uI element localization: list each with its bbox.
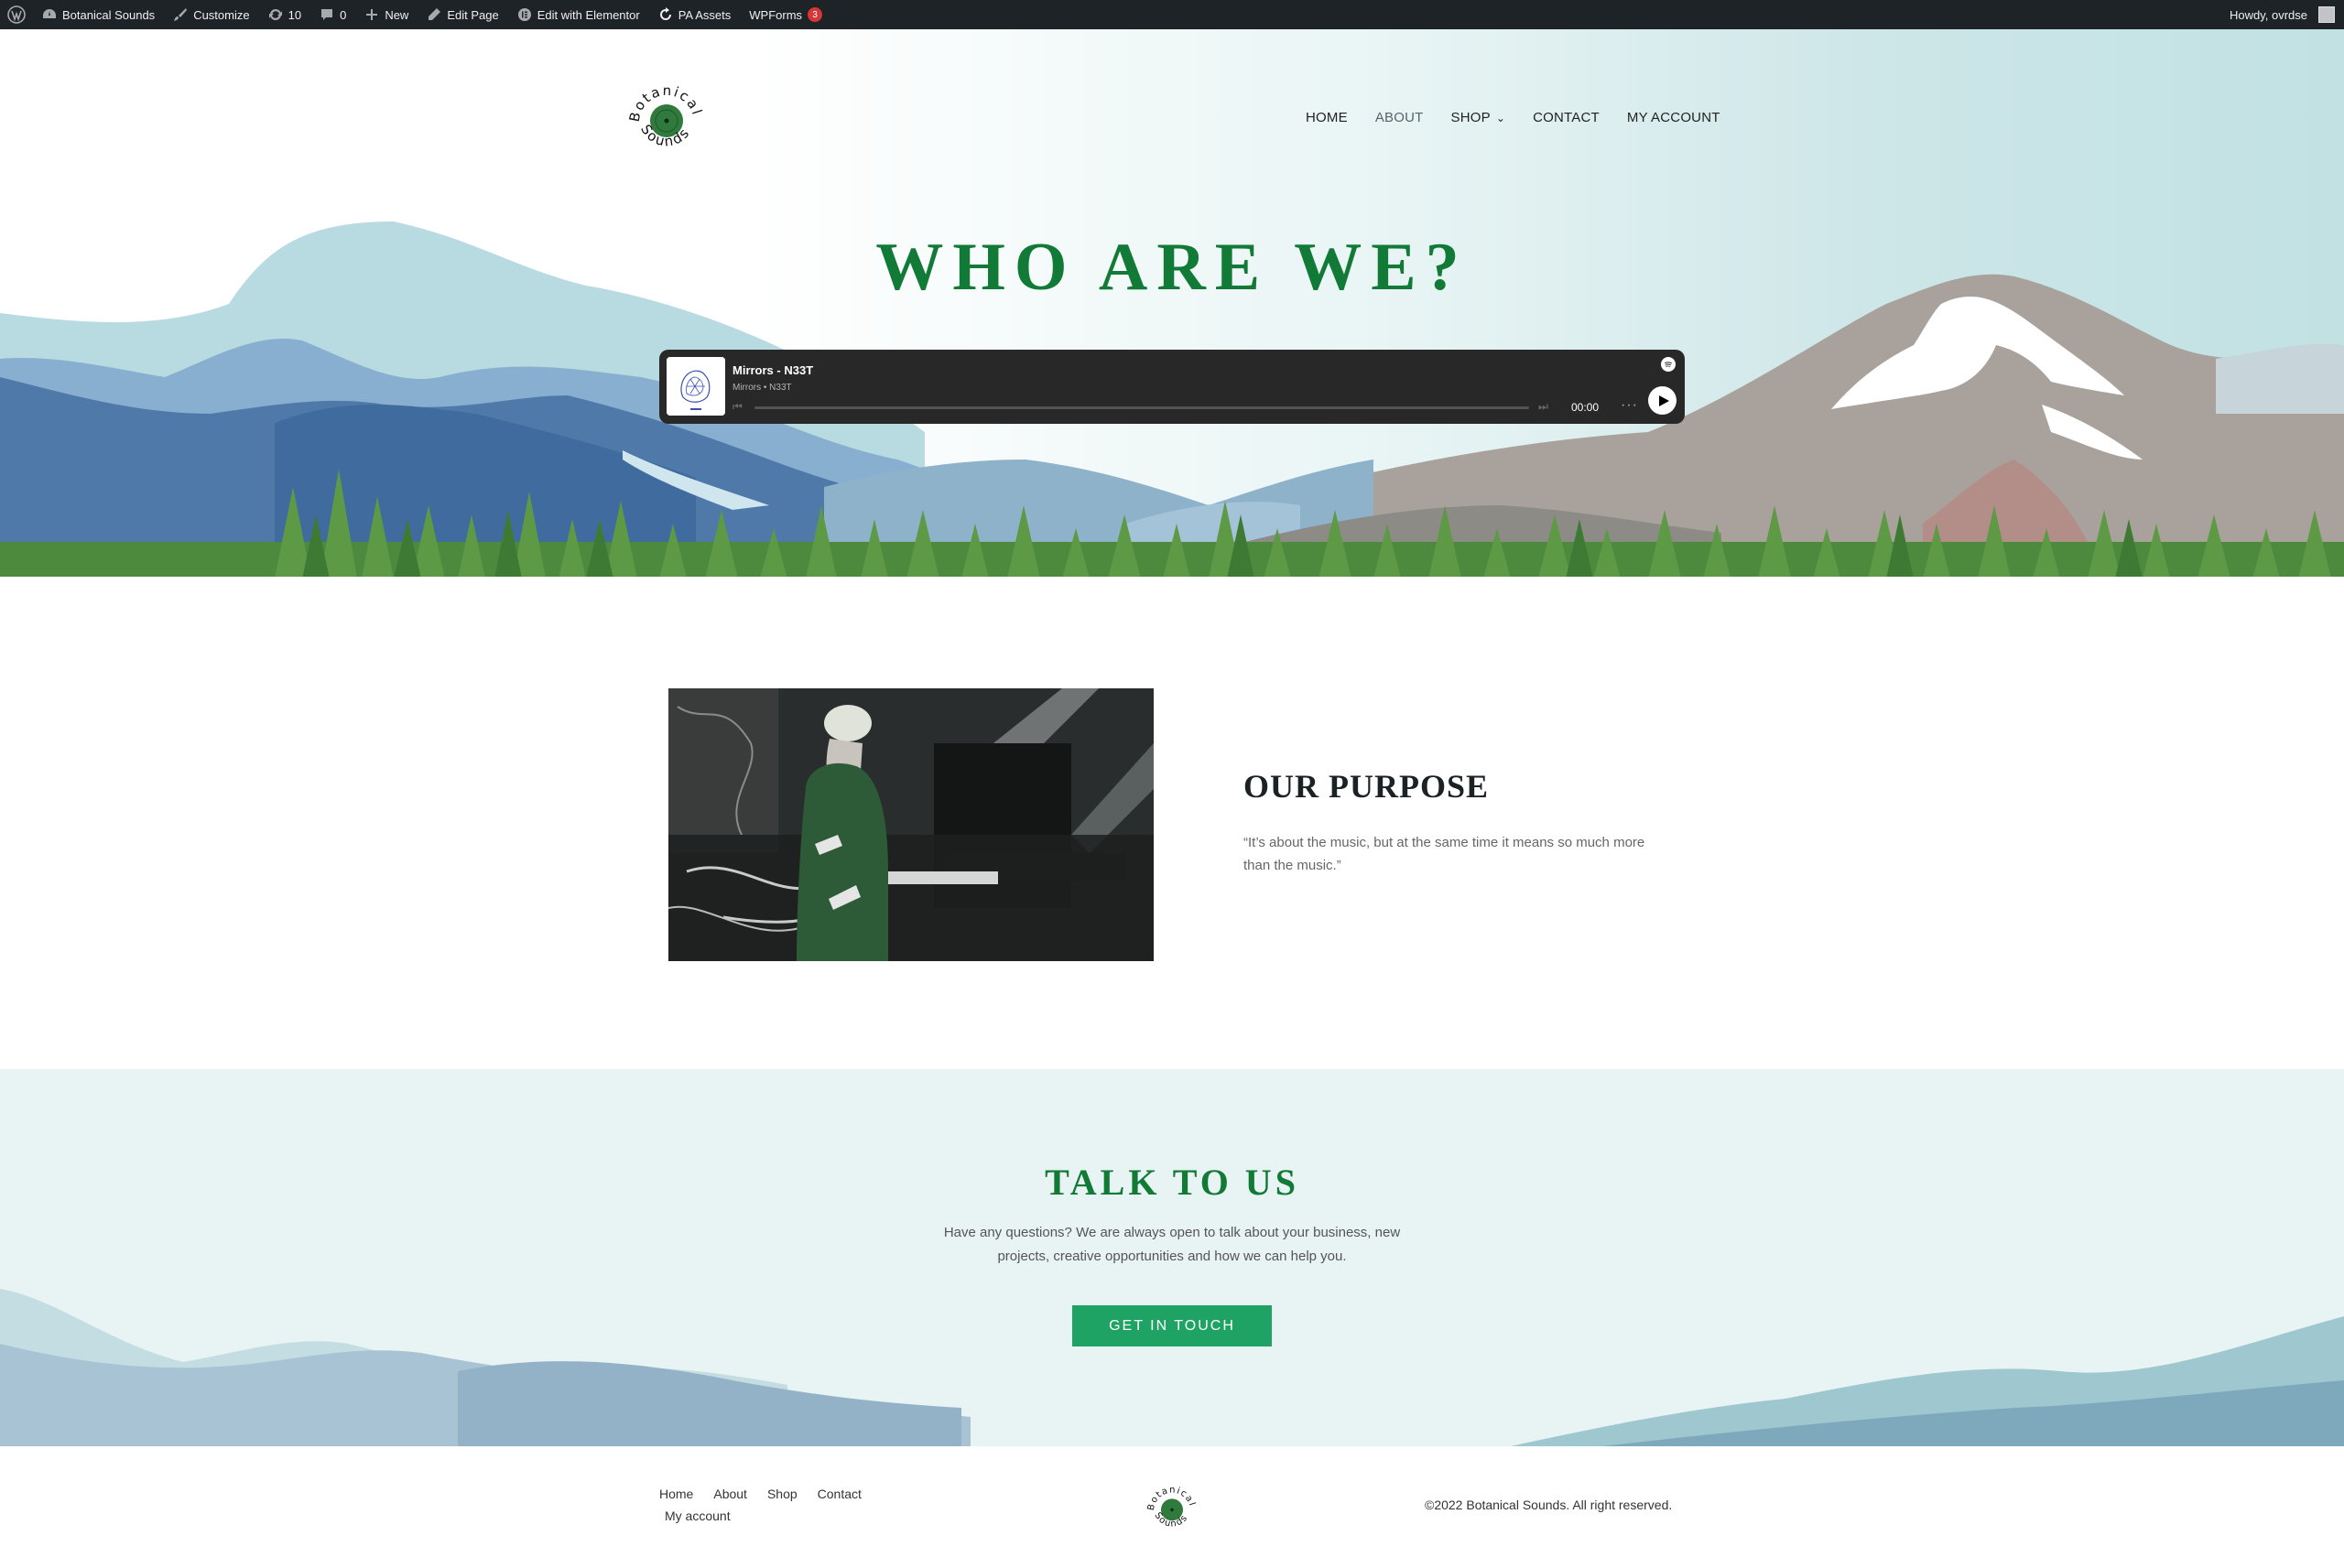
edit-elementor-label: Edit with Elementor [537,7,640,22]
main-navigation: HOME ABOUT SHOP ⌄ CONTACT MY ACCOUNT [1306,110,1720,125]
dashboard-icon [43,9,56,18]
pa-assets-link[interactable]: PA Assets [649,0,741,29]
footer-logo[interactable]: Botanical Sounds [1143,1479,1201,1538]
talk-description: Have any questions? We are always open t… [943,1225,1401,1264]
musician-photo [668,688,1154,961]
botanical-sounds-logo[interactable]: Botanical Sounds [623,75,711,163]
wpforms-badge: 3 [808,7,823,22]
edit-page-link[interactable]: Edit Page [418,0,507,29]
customize-link[interactable]: Customize [164,0,258,29]
nav-home-label: HOME [1306,110,1348,125]
updates-count: 10 [288,7,302,22]
wpforms-link[interactable]: WPForms 3 [740,0,831,29]
comments-count: 0 [340,7,347,22]
nav-about-label: ABOUT [1374,110,1424,125]
footer-link-contact[interactable]: Contact [818,1487,862,1501]
copyright-text: ©2022 Botanical Sounds. All right reserv… [1425,1498,1673,1512]
nav-contact-label: CONTACT [1533,110,1600,125]
play-button[interactable] [1648,386,1677,415]
edit-elementor-link[interactable]: Edit with Elementor [508,0,649,29]
pianist-performance-image [668,688,1154,961]
customize-label: Customize [193,7,250,22]
footer-navigation: Home About Shop Contact My account [659,1487,897,1523]
talk-to-us-section: TALK TO US Have any questions? We are al… [0,1069,2344,1446]
get-in-touch-button[interactable]: GET IN TOUCH [1072,1305,1272,1346]
spotify-glyph [1665,362,1672,368]
track-subtitle[interactable]: Mirrors • N33T [732,383,792,393]
hero-title: WHO ARE WE? [875,230,1469,305]
brush-icon [174,8,188,21]
admin-bar: Botanical Sounds Customize 10 0 New Edit… [0,0,2344,29]
comment-icon [321,9,333,20]
track-title[interactable]: Mirrors - N33T [732,363,813,377]
playback-time: 00:00 [1571,401,1600,414]
comments-link[interactable]: 0 [310,0,355,29]
wordpress-icon [7,5,26,24]
spotify-embed-player: Mirrors - N33T Mirrors • N33T ⏮ ⏭ 00:00 … [659,350,1685,424]
pa-assets-label: PA Assets [678,7,732,22]
purpose-quote: “It’s about the music, but at the same t… [1243,835,1645,873]
nav-my-account[interactable]: MY ACCOUNT [1627,110,1720,125]
footer-link-about[interactable]: About [713,1487,747,1501]
nav-home[interactable]: HOME [1306,110,1348,125]
more-options-icon[interactable]: ··· [1621,397,1638,414]
site-name-link[interactable]: Botanical Sounds [33,0,164,29]
chevron-down-icon: ⌄ [1495,111,1506,124]
account-menu[interactable]: Howdy, ovrdse [2220,0,2344,29]
play-icon [1658,395,1669,406]
nav-shop[interactable]: SHOP ⌄ [1451,110,1506,125]
pencil-icon [429,8,441,20]
avatar [2318,6,2335,23]
footer-link-shop[interactable]: Shop [767,1487,798,1501]
progress-bar[interactable] [754,406,1529,409]
previous-track-icon[interactable]: ⏮ [732,400,745,413]
nav-contact[interactable]: CONTACT [1533,110,1600,125]
new-label: New [385,7,409,22]
howdy-label: Howdy, ovrdse [2229,7,2307,22]
album-art-image [667,357,725,416]
nav-shop-label: SHOP [1450,110,1491,125]
footer-link-my-account[interactable]: My account [665,1509,731,1523]
spotify-icon[interactable] [1661,357,1676,372]
new-content-link[interactable]: New [355,0,418,29]
nav-my-account-label: MY ACCOUNT [1626,110,1720,125]
elementor-icon [517,8,531,21]
site-name-label: Botanical Sounds [62,7,156,22]
next-track-icon[interactable]: ⏭ [1538,400,1548,414]
refresh-icon [659,7,671,20]
site-footer: Home About Shop Contact My account Botan… [0,1446,2344,1568]
talk-title: TALK TO US [1045,1162,1299,1203]
updates-link[interactable]: 10 [259,0,310,29]
purpose-title: OUR PURPOSE [1243,768,1490,805]
edit-page-label: Edit Page [447,7,499,22]
plus-icon [366,9,378,20]
footer-link-home[interactable]: Home [659,1487,693,1501]
wordpress-logo-button[interactable] [0,0,33,29]
nav-about[interactable]: ABOUT [1375,110,1424,125]
wpforms-label: WPForms [749,7,803,22]
hero-section: Botanical Sounds HOME ABOUT SHOP ⌄ CONTAC… [0,29,2344,577]
album-art[interactable] [667,357,725,416]
updates-icon [268,8,282,21]
